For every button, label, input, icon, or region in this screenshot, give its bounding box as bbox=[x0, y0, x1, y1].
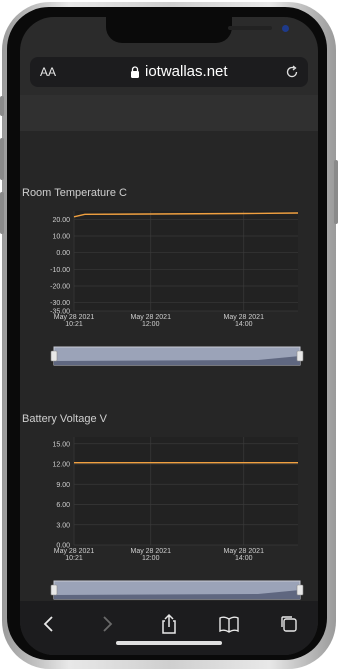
x-tick-label: May 28 2021 bbox=[224, 548, 265, 555]
x-tick-label: May 28 2021 bbox=[130, 548, 171, 555]
screen: AA iotwallas.net Room Temperature C 20.0… bbox=[20, 17, 318, 655]
x-tick-label: 12:00 bbox=[142, 555, 160, 562]
notch bbox=[106, 17, 289, 43]
volume-up-button bbox=[0, 138, 4, 180]
x-tick-label: 12:00 bbox=[142, 321, 160, 328]
y-tick-label: 3.00 bbox=[56, 522, 70, 529]
mute-switch bbox=[0, 96, 4, 116]
volume-down-button bbox=[0, 192, 4, 234]
y-tick-label: 9.00 bbox=[56, 482, 70, 489]
browser-toolbar bbox=[20, 601, 318, 655]
y-tick-label: 12.00 bbox=[52, 462, 70, 469]
x-tick-label: 14:00 bbox=[235, 321, 253, 328]
speaker bbox=[228, 26, 272, 30]
x-tick-label: 14:00 bbox=[235, 555, 253, 562]
reload-icon[interactable] bbox=[284, 64, 300, 80]
back-icon[interactable] bbox=[38, 613, 60, 635]
text-size-button[interactable]: AA bbox=[40, 65, 56, 79]
range-handle[interactable] bbox=[50, 350, 58, 362]
home-indicator[interactable] bbox=[116, 641, 222, 645]
y-tick-label: 0.00 bbox=[56, 250, 70, 257]
y-tick-label: 15.00 bbox=[52, 441, 70, 448]
y-tick-label: 10.00 bbox=[52, 234, 70, 241]
x-tick-label: 10:21 bbox=[65, 555, 83, 562]
tabs-icon[interactable] bbox=[278, 613, 300, 635]
page-header-band bbox=[20, 95, 318, 131]
lock-icon bbox=[131, 66, 139, 78]
forward-icon[interactable] bbox=[96, 613, 118, 635]
range-handle[interactable] bbox=[50, 584, 58, 596]
y-tick-label: -30.00 bbox=[50, 300, 70, 307]
y-tick-label: 20.00 bbox=[52, 217, 70, 224]
x-tick-label: May 28 2021 bbox=[130, 314, 171, 321]
battery-chart: 15.0012.009.006.003.000.00May 28 202110:… bbox=[50, 437, 304, 600]
x-tick-label: May 28 2021 bbox=[54, 314, 95, 321]
range-handle[interactable] bbox=[296, 350, 304, 362]
range-selector[interactable] bbox=[50, 346, 304, 366]
share-icon[interactable] bbox=[158, 613, 180, 635]
web-content: Room Temperature C 20.00 10.00 0.00 -10.00 -… bbox=[20, 95, 318, 615]
x-tick-label: May 28 2021 bbox=[54, 548, 95, 555]
address-bar[interactable]: AA iotwallas.net bbox=[30, 57, 308, 87]
power-button bbox=[334, 160, 338, 224]
chart-title-battery: Battery Voltage V bbox=[22, 413, 107, 425]
url-domain[interactable]: iotwallas.net bbox=[145, 63, 228, 80]
bookmarks-icon[interactable] bbox=[218, 613, 240, 635]
range-handle[interactable] bbox=[296, 584, 304, 596]
range-selector[interactable] bbox=[50, 580, 304, 600]
x-tick-label: 10:21 bbox=[65, 321, 83, 328]
y-tick-label: -20.00 bbox=[50, 284, 70, 291]
temperature-chart: 20.0010.000.00-10.00-20.00-30.00-35.00Ma… bbox=[50, 211, 304, 366]
chart-title-temperature: Room Temperature C bbox=[22, 187, 127, 199]
x-tick-label: May 28 2021 bbox=[224, 314, 265, 321]
y-tick-label: -10.00 bbox=[50, 267, 70, 274]
front-camera bbox=[282, 25, 289, 32]
y-tick-label: 6.00 bbox=[56, 502, 70, 509]
